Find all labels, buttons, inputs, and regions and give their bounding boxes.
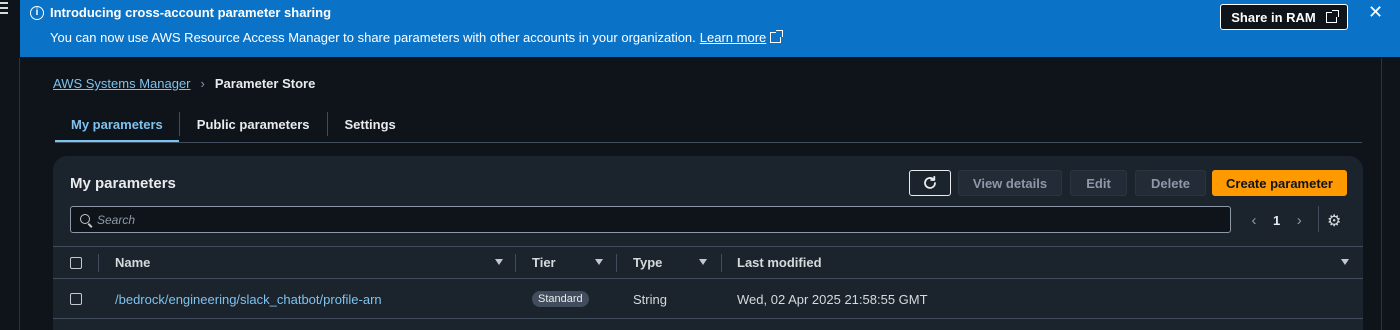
divider	[1318, 206, 1319, 232]
learn-more-link[interactable]: Learn more	[699, 30, 784, 45]
sort-down-icon[interactable]	[595, 259, 603, 265]
divider	[19, 58, 20, 330]
view-details-button[interactable]: View details	[958, 170, 1062, 196]
parameters-panel: My parameters View details Edit Delete C…	[53, 156, 1363, 330]
table-row: /bedrock/engineering/slack_chatbot/profi…	[53, 279, 1363, 319]
tab-settings[interactable]: Settings	[328, 106, 413, 142]
edit-button[interactable]: Edit	[1070, 170, 1127, 196]
tab-bar: My parameters Public parameters Settings	[55, 106, 413, 143]
breadcrumb-parameter-store: Parameter Store	[214, 76, 316, 91]
chevron-right-icon: ›	[200, 76, 205, 91]
external-link-icon	[770, 30, 784, 43]
banner-message: You can now use AWS Resource Access Mana…	[50, 30, 784, 45]
announcement-banner: i Introducing cross-account parameter sh…	[20, 0, 1400, 57]
select-all-checkbox[interactable]	[70, 257, 82, 269]
share-in-ram-label: Share in RAM	[1231, 9, 1316, 25]
column-header-last-modified[interactable]: Last modified	[737, 247, 822, 278]
refresh-button[interactable]	[909, 170, 951, 196]
column-header-type[interactable]: Type	[633, 247, 662, 278]
tabs-divider	[55, 142, 1362, 143]
column-divider	[616, 254, 617, 272]
banner-title: Introducing cross-account parameter shar…	[50, 5, 332, 20]
row-checkbox[interactable]	[70, 293, 82, 305]
cell-tier: Standard	[532, 279, 589, 319]
tier-badge: Standard	[532, 291, 589, 307]
right-tools-rail	[1381, 58, 1400, 330]
tab-my-parameters[interactable]: My parameters	[55, 106, 179, 143]
external-link-icon	[1325, 9, 1339, 23]
panel-title: My parameters	[70, 175, 176, 192]
column-header-name[interactable]: Name	[115, 247, 150, 278]
tab-public-parameters[interactable]: Public parameters	[180, 106, 327, 142]
parameter-name-link[interactable]: /bedrock/engineering/slack_chatbot/profi…	[115, 292, 382, 307]
breadcrumb: AWS Systems Manager › Parameter Store	[53, 76, 315, 91]
column-header-tier[interactable]: Tier	[532, 247, 556, 278]
search-field[interactable]	[70, 206, 1231, 233]
refresh-icon	[924, 175, 936, 189]
share-in-ram-button[interactable]: Share in RAM	[1220, 4, 1348, 30]
pagination: ‹ 1 ›	[1247, 212, 1306, 229]
sort-down-icon[interactable]	[699, 259, 707, 265]
cell-type: String	[633, 291, 667, 307]
cell-last-modified: Wed, 02 Apr 2025 21:58:55 GMT	[737, 291, 928, 307]
chevron-right-icon[interactable]: ›	[1292, 212, 1306, 229]
learn-more-label: Learn more	[699, 30, 767, 45]
banner-text: You can now use AWS Resource Access Mana…	[50, 30, 696, 45]
cell-name: /bedrock/engineering/slack_chatbot/profi…	[115, 279, 382, 319]
app-root: i Introducing cross-account parameter sh…	[0, 0, 1400, 330]
delete-button[interactable]: Delete	[1135, 170, 1206, 196]
column-divider	[515, 254, 516, 272]
breadcrumb-systems-manager[interactable]: AWS Systems Manager	[53, 76, 191, 91]
menu-icon[interactable]	[0, 2, 10, 14]
chevron-left-icon[interactable]: ‹	[1247, 212, 1261, 229]
close-icon[interactable]: ✕	[1368, 2, 1383, 23]
search-icon	[80, 214, 90, 224]
create-parameter-button[interactable]: Create parameter	[1212, 170, 1347, 196]
side-navigation-rail	[0, 0, 20, 330]
column-divider	[721, 254, 722, 272]
sort-down-icon[interactable]	[1341, 259, 1349, 265]
page-number[interactable]: 1	[1273, 213, 1280, 228]
table-header: Name Tier Type Last modified	[53, 246, 1363, 279]
search-input[interactable]	[97, 210, 1217, 230]
sort-down-icon[interactable]	[495, 259, 503, 265]
info-icon: i	[30, 6, 44, 20]
gear-icon[interactable]: ⚙	[1327, 211, 1341, 231]
column-divider	[98, 254, 99, 272]
